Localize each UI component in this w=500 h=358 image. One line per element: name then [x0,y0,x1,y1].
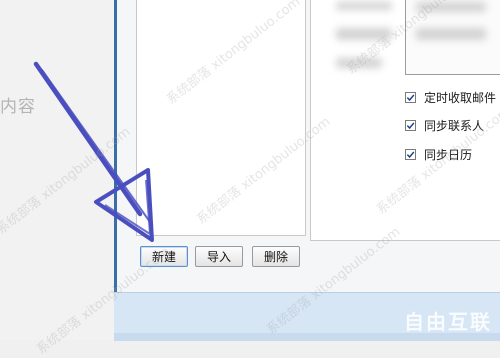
obscured-text [336,58,382,68]
check-icon [406,122,415,130]
checkbox[interactable] [405,92,416,103]
checkbox[interactable] [405,120,416,131]
check-icon [406,94,415,102]
option-label: 同步日历 [424,148,473,162]
obscured-text [336,28,392,40]
settings-field[interactable] [405,0,500,75]
checkbox[interactable] [405,149,416,160]
account-list[interactable] [136,0,306,236]
option-label: 同步联系人 [424,119,485,133]
check-icon [406,151,415,159]
obscured-value [416,28,486,40]
delete-button[interactable]: 删除 [252,246,300,267]
option-scheduled-fetch[interactable]: 定时收取邮件 [405,89,496,106]
background-window: 内容 [0,0,130,340]
obscured-value [416,2,486,12]
watermark-logo: 自由互联 [404,310,492,334]
new-button[interactable]: 新建 [140,246,188,267]
obscured-text [336,2,392,10]
import-button[interactable]: 导入 [195,246,243,267]
option-sync-contacts[interactable]: 同步联系人 [405,117,484,134]
background-content-label: 内容 [0,97,36,117]
option-label: 定时收取邮件 [424,91,497,105]
option-sync-calendar[interactable]: 同步日历 [405,146,472,163]
dialog-footer: 自由互联 [114,292,500,341]
